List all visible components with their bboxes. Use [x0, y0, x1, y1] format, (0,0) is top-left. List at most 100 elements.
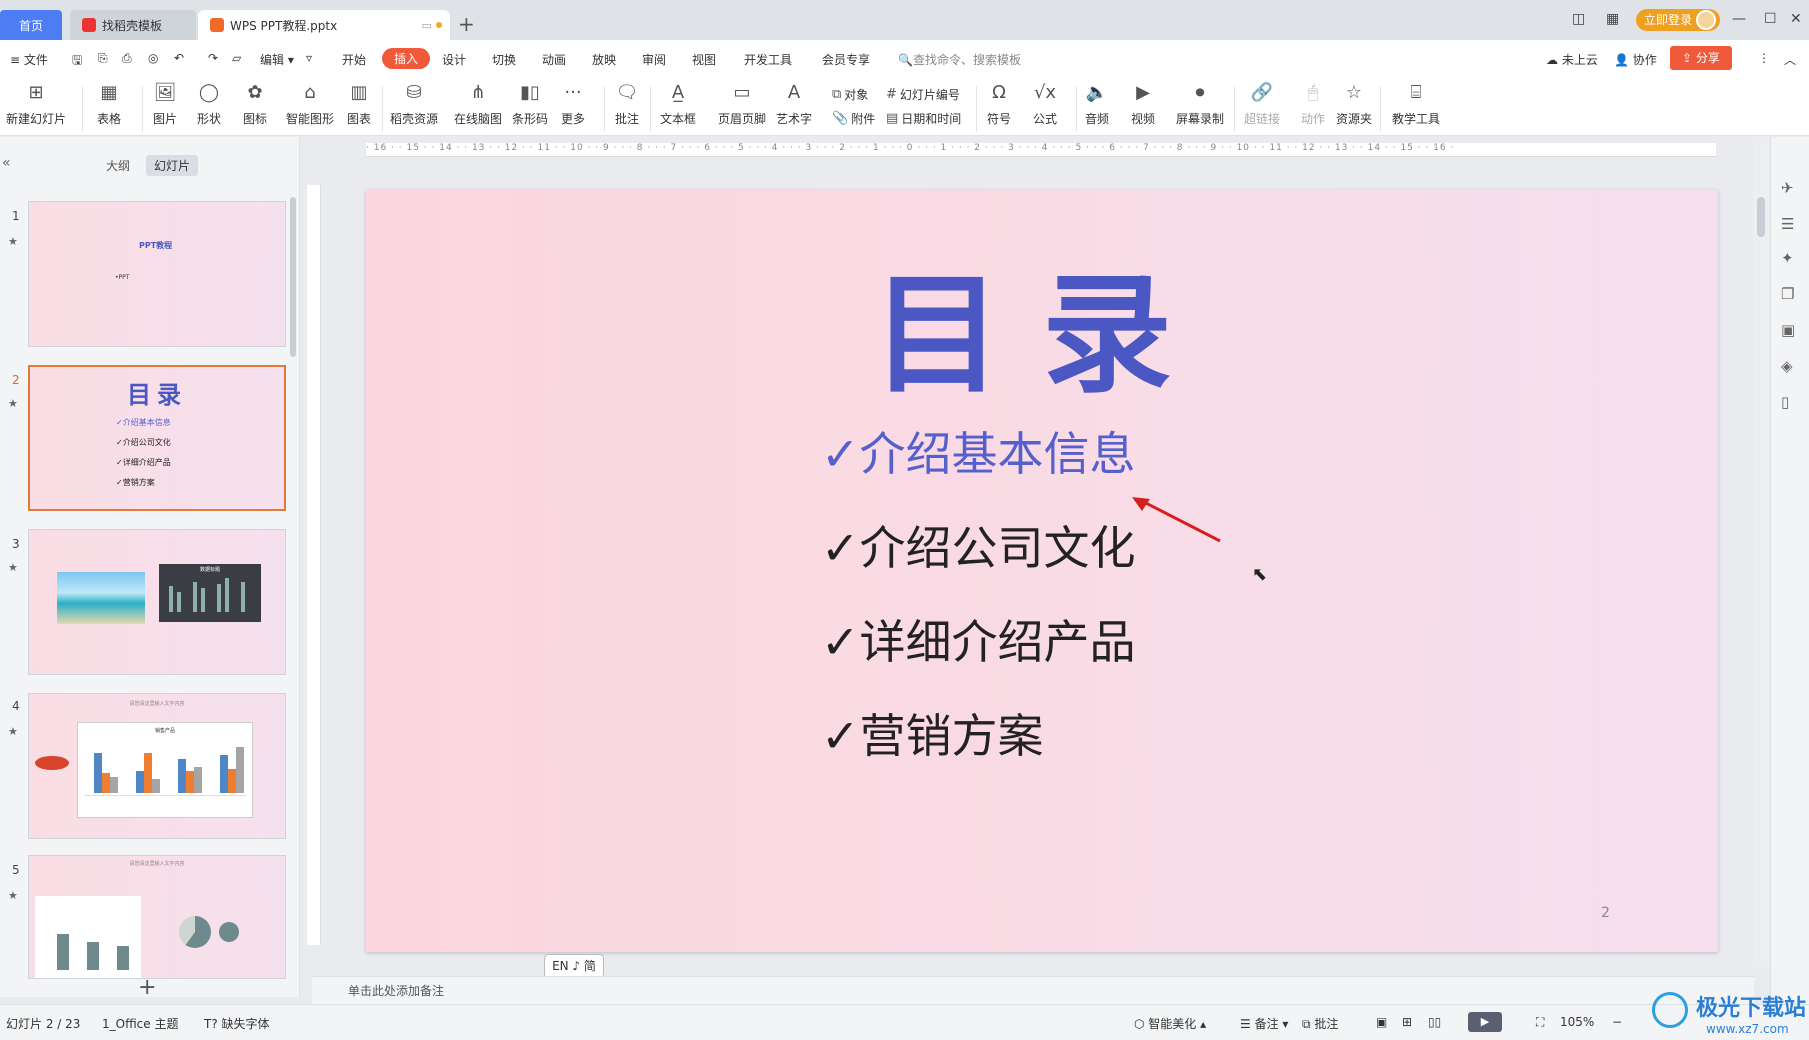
symbol-button[interactable]: Ω 符号 — [986, 80, 1012, 127]
panel-scrollbar[interactable] — [290, 197, 296, 357]
icon-button[interactable]: ✿ 图标 — [242, 80, 268, 127]
comment-button[interactable]: 🗨 批注 — [614, 80, 640, 127]
menu-tab-slideshow[interactable]: 放映 — [592, 51, 616, 68]
sorter-view-icon[interactable]: ⊞ — [1402, 1015, 1412, 1029]
screen-record-button[interactable]: ⏺ 屏幕录制 — [1176, 80, 1224, 127]
menu-tab-transition[interactable]: 切换 — [492, 51, 516, 68]
slide-number-button[interactable]: # 幻灯片编号 — [886, 86, 960, 103]
notes-toggle-button[interactable]: ☰ 备注 ▾ — [1240, 1015, 1288, 1032]
maximize-icon[interactable]: ☐ — [1764, 11, 1777, 27]
resource-folder-button[interactable]: ☆ 资源夹 — [1336, 80, 1372, 127]
smart-graphic-button[interactable]: ⌂ 智能图形 — [286, 80, 334, 127]
preview-icon[interactable]: ◎ — [148, 51, 158, 65]
comments-toggle-button[interactable]: ⧉ 批注 — [1302, 1015, 1338, 1032]
fit-window-icon[interactable]: ⛶ — [1536, 1015, 1544, 1030]
table-button[interactable]: ▦ 表格 — [96, 80, 122, 127]
outline-tab[interactable]: 大纲 — [98, 155, 138, 176]
slide-thumbnail-2[interactable]: 目录 ✓介绍基本信息 ✓介绍公司文化 ✓详细介绍产品 ✓营销方案 — [28, 365, 286, 511]
format-painter-icon[interactable]: ▱ — [232, 51, 241, 65]
menu-tab-animation[interactable]: 动画 — [542, 51, 566, 68]
video-button[interactable]: ▶ 视频 — [1130, 80, 1156, 127]
export-icon[interactable]: ⎘ — [98, 51, 108, 66]
share-button[interactable]: ⇪ 分享 — [1670, 46, 1732, 70]
menu-tab-review[interactable]: 审阅 — [642, 51, 666, 68]
mindmap-button[interactable]: ⋔ 在线脑图 — [454, 80, 502, 127]
slide-title[interactable]: 目录 — [366, 230, 1718, 418]
header-footer-button[interactable]: ▭ 页眉页脚 — [718, 80, 766, 127]
attachment-button[interactable]: 📎 附件 — [832, 110, 875, 127]
normal-view-icon[interactable]: ▣ — [1376, 1015, 1387, 1029]
notes-field[interactable]: 单击此处添加备注 — [312, 976, 1754, 1004]
menu-tab-view[interactable]: 视图 — [692, 51, 716, 68]
menu-tab-developer[interactable]: 开发工具 — [744, 51, 792, 68]
more-options-icon[interactable]: ⋮ — [1758, 51, 1770, 65]
reading-view-icon[interactable]: ▯▯ — [1428, 1015, 1441, 1029]
current-slide[interactable]: 目录 ✓介绍基本信息 ✓介绍公司文化 ✓详细介绍产品 ✓营销方案 2 — [366, 190, 1718, 952]
audio-button[interactable]: 🔈 音频 — [1084, 80, 1110, 127]
formula-button[interactable]: √x 公式 — [1032, 80, 1058, 127]
command-search[interactable]: 🔍查找命令、搜索模板 — [898, 51, 1021, 68]
chart-button[interactable]: ▥ 图表 — [346, 80, 372, 127]
barcode-button[interactable]: ▮▯ 条形码 — [512, 80, 548, 127]
tab-docer-templates[interactable]: 找稻壳模板 — [70, 10, 196, 40]
missing-font-button[interactable]: T? 缺失字体 — [204, 1015, 270, 1032]
slide-thumbnail-3[interactable]: 数据标题 — [28, 529, 286, 675]
close-window-icon[interactable]: ✕ — [1790, 11, 1802, 27]
collapse-ribbon-icon[interactable]: ︿ — [1784, 51, 1796, 68]
play-slideshow-button[interactable]: ▶ — [1468, 1012, 1502, 1032]
layout-icon[interactable]: ◫ — [1572, 11, 1585, 27]
menu-tab-vip[interactable]: 会员专享 — [822, 51, 870, 68]
picture-button[interactable]: 🖼 图片 — [152, 80, 178, 127]
pin-icon[interactable]: ✦ — [1781, 249, 1794, 267]
bullet-item-3[interactable]: ✓详细介绍产品 — [821, 606, 1136, 672]
bullet-item-1[interactable]: ✓介绍基本信息 — [821, 418, 1136, 484]
collapse-panel-icon[interactable]: « — [2, 155, 11, 171]
more-button[interactable]: ··· 更多 — [560, 80, 586, 127]
bullet-item-4[interactable]: ✓营销方案 — [821, 700, 1044, 766]
tab-home[interactable]: 首页 — [0, 10, 62, 40]
textbox-button[interactable]: A̲ 文本框 — [660, 80, 696, 127]
file-menu[interactable]: ≡ 文件 — [10, 51, 48, 68]
slide-thumbnail-4[interactable]: 请您请这里输入文字内容 销售产品 — [28, 693, 286, 839]
save-icon[interactable]: 🖫 — [72, 51, 82, 72]
zoom-level[interactable]: 105% — [1560, 1015, 1594, 1029]
bullet-item-2[interactable]: ✓介绍公司文化 — [821, 512, 1136, 578]
action-button[interactable]: 🖱 动作 — [1300, 80, 1326, 127]
smart-beautify-button[interactable]: ⬡ 智能美化 ▴ — [1134, 1015, 1206, 1032]
new-slide-button[interactable]: ⊞ 新建幻灯片 — [6, 80, 66, 127]
rocket-icon[interactable]: ✈ — [1781, 179, 1794, 197]
hyperlink-button[interactable]: 🔗 超链接 — [1244, 80, 1280, 127]
cloud-status[interactable]: ☁ 未上云 — [1546, 51, 1598, 68]
object-button[interactable]: ⧉ 对象 — [832, 86, 868, 103]
datetime-button[interactable]: ▤ 日期和时间 — [886, 110, 961, 127]
ime-indicator[interactable]: EN ♪ 简 — [544, 954, 604, 978]
menu-tab-insert[interactable]: 插入 — [382, 48, 431, 69]
add-slide-button[interactable]: + — [138, 975, 156, 1000]
new-tab-button[interactable]: + — [458, 12, 475, 36]
book-icon[interactable]: ▯ — [1781, 393, 1789, 411]
menu-tab-design[interactable]: 设计 — [442, 51, 466, 68]
menu-tab-home[interactable]: 开始 — [342, 51, 366, 68]
shape-button[interactable]: ◯ 形状 — [196, 80, 222, 127]
scrollbar-thumb[interactable] — [1757, 197, 1765, 237]
more-dropdown-icon[interactable]: ▿ — [306, 51, 312, 65]
properties-icon[interactable]: ☰ — [1781, 215, 1794, 233]
collab-button[interactable]: 👤 协作 — [1614, 51, 1657, 68]
undo-icon[interactable]: ↶ — [174, 51, 184, 65]
canvas-scrollbar[interactable] — [1753, 137, 1769, 967]
docer-resource-button[interactable]: ⛁ 稻壳资源 — [390, 80, 438, 127]
tab-document[interactable]: WPS PPT教程.pptx ▭ — [198, 10, 450, 40]
transition-icon[interactable]: ❐ — [1781, 285, 1794, 303]
print-icon[interactable]: ⎙ — [122, 51, 132, 66]
teaching-tools-button[interactable]: ⌸ 教学工具 — [1392, 80, 1440, 127]
image-icon[interactable]: ▣ — [1781, 321, 1795, 339]
edit-menu[interactable]: 编辑 ▾ — [260, 51, 294, 68]
wordart-button[interactable]: A 艺术字 — [776, 80, 812, 127]
compass-icon[interactable]: ◈ — [1781, 357, 1793, 375]
screen-icon[interactable]: ▭ — [422, 19, 432, 32]
theme-name[interactable]: 1_Office 主题 — [102, 1015, 178, 1032]
slide-thumbnail-5[interactable]: 请您请这里输入文字内容 — [28, 855, 286, 979]
slide-thumbnail-1[interactable]: PPT教程 •PPT — [28, 201, 286, 347]
zoom-out-icon[interactable]: − — [1612, 1015, 1622, 1029]
avatar[interactable] — [1696, 10, 1716, 30]
